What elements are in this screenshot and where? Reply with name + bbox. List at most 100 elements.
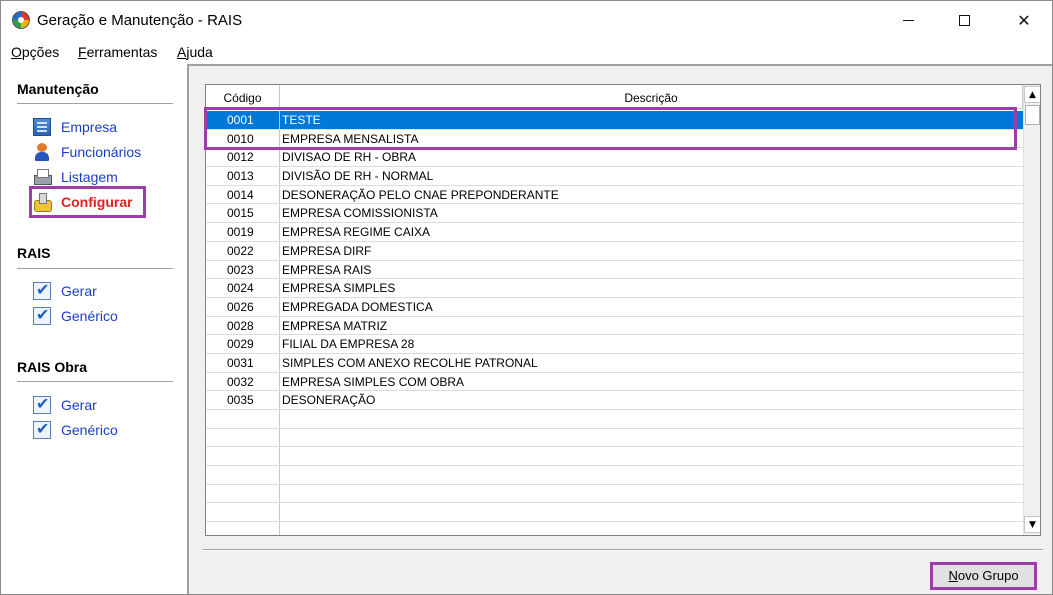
column-header-descricao[interactable]: Descrição [280,85,1023,109]
menu-label: erramentas [86,44,158,60]
close-button[interactable]: ✕ [1001,1,1047,39]
cell-descricao: EMPRESA REGIME CAIXA [282,225,431,240]
close-icon: ✕ [1017,10,1031,30]
cell-descricao: SIMPLES COM ANEXO RECOLHE PATRONAL [282,355,538,370]
scroll-up-button[interactable]: ▲ [1024,86,1040,103]
table-row-empty [206,484,1023,504]
table-row[interactable]: 0015 EMPRESA COMISSIONISTA [206,204,1023,224]
sidebar-item-obra-gerar[interactable]: Gerar [33,394,97,416]
checkbox-icon [33,280,51,300]
highlight-box-configurar [29,186,146,218]
menu-ajuda[interactable]: Ajuda [177,44,213,60]
cell-empty [280,410,1023,428]
table-row[interactable]: 0014 DESONERAÇÃO PELO CNAE PREPONDERANTE [206,185,1023,205]
table-row[interactable]: 0035 DESONERAÇÃO [206,391,1023,410]
table-row[interactable]: 0013 DIVISÃO DE RH - NORMAL [206,167,1023,186]
cell-empty [280,466,1023,484]
cell-descricao: DIVISAO DE RH - OBRA [282,150,417,165]
app-window: Geração e Manutenção - RAIS ✕ Opções Fer… [0,0,1053,595]
table-row[interactable]: 0031 SIMPLES COM ANEXO RECOLHE PATRONAL [206,353,1023,373]
footer-divider [203,549,1043,551]
section-title-rais-obra: RAIS Obra [17,359,88,375]
sidebar-item-label: Gerar [61,283,97,299]
section-divider [17,381,173,382]
section-divider [17,268,173,269]
table-row[interactable]: 0029 FILIAL DA EMPRESA 28 [206,335,1023,354]
cell-descricao: DESONERAÇÃO [282,393,376,408]
sidebar-item-label: Gerar [61,397,97,413]
table-row[interactable]: 0022 EMPRESA DIRF [206,241,1023,261]
novo-grupo-button[interactable]: Novo Grupo [930,562,1037,590]
minimize-icon [902,19,914,21]
table-row-empty [206,522,1023,535]
cell-descricao: EMPREGADA DOMESTICA [282,299,433,314]
cell-descricao: FILIAL DA EMPRESA 28 [282,337,415,352]
section-title-rais: RAIS [17,245,51,261]
menu-bar: Opções Ferramentas Ajuda [1,39,1052,63]
cell-empty [206,447,280,466]
button-label: ovo Grupo [957,568,1019,583]
cell-descricao: DIVISÃO DE RH - NORMAL [282,169,434,184]
cell-empty [206,503,280,522]
table-row[interactable]: 0012 DIVISAO DE RH - OBRA [206,148,1023,168]
scroll-thumb[interactable] [1025,105,1040,125]
sidebar-item-listagem[interactable]: Listagem [33,166,118,188]
scroll-down-button[interactable]: ▼ [1024,516,1040,533]
groups-grid[interactable]: Código Descrição 0001 TESTE 0010 EMPRESA ME… [205,84,1041,536]
table-row[interactable]: 0024 EMPRESA SIMPLES [206,279,1023,298]
cell-descricao: EMPRESA MATRIZ [282,318,388,333]
table-row[interactable]: 0023 EMPRESA RAIS [206,260,1023,280]
table-row-empty [206,428,1023,448]
grid-rows: 0001 TESTE 0010 EMPRESA MENSALISTA 0012 DIVIS… [206,111,1023,535]
grid-header: Código Descrição [206,85,1023,109]
cell-codigo: 0032 [206,372,280,391]
table-row[interactable]: 0019 EMPRESA REGIME CAIXA [206,223,1023,242]
menu-mnemonic: O [11,44,22,60]
cell-codigo: 0015 [206,204,280,223]
scroll-down-icon: ▼ [1029,520,1036,530]
minimize-button[interactable] [885,1,931,39]
table-row[interactable]: 0026 EMPREGADA DOMESTICA [206,297,1023,317]
building-icon [33,118,51,136]
cell-codigo: 0014 [206,185,280,204]
printer-icon [33,168,52,186]
section-divider [17,103,173,104]
cell-empty [206,428,280,447]
cell-codigo: 0026 [206,297,280,316]
sidebar: Manutenção Empresa Funcionários Listagem… [3,64,186,594]
sidebar-item-funcionarios[interactable]: Funcionários [33,141,141,163]
cell-codigo: 0028 [206,316,280,335]
cell-codigo: 0013 [206,167,280,185]
sidebar-item-label: Listagem [61,169,118,185]
cell-descricao: EMPRESA COMISSIONISTA [282,206,438,221]
cell-codigo: 0022 [206,241,280,260]
window-title: Geração e Manutenção - RAIS [37,12,243,29]
menu-ferramentas[interactable]: Ferramentas [78,44,157,60]
cell-descricao: EMPRESA SIMPLES COM OBRA [282,374,465,389]
button-mnemonic: N [948,568,958,583]
cell-empty [206,466,280,484]
menu-label: juda [186,44,213,60]
column-header-codigo[interactable]: Código [206,85,280,109]
table-row-empty [206,503,1023,523]
cell-codigo: 0019 [206,223,280,241]
sidebar-item-label: Funcionários [61,144,142,160]
sidebar-item-rais-generico[interactable]: Genérico [33,305,118,327]
cell-descricao: EMPRESA RAIS [282,262,372,277]
menu-mnemonic: F [78,44,87,60]
menu-opcoes[interactable]: Opções [11,44,59,60]
maximize-button[interactable] [941,1,987,39]
sidebar-item-empresa[interactable]: Empresa [33,116,117,138]
app-logo-icon [12,11,30,29]
sidebar-item-obra-generico[interactable]: Genérico [33,419,118,441]
cell-codigo: 0029 [206,335,280,353]
cell-descricao: EMPRESA SIMPLES [282,281,396,296]
cell-empty [280,447,1023,465]
cell-codigo: 0012 [206,148,280,167]
sidebar-item-label: Empresa [61,119,118,135]
table-row[interactable]: 0028 EMPRESA MATRIZ [206,316,1023,336]
sidebar-item-label: Genérico [61,308,118,324]
table-row[interactable]: 0032 EMPRESA SIMPLES COM OBRA [206,372,1023,392]
vertical-scrollbar[interactable]: ▲ ▼ [1023,85,1040,535]
sidebar-item-rais-gerar[interactable]: Gerar [33,280,97,302]
